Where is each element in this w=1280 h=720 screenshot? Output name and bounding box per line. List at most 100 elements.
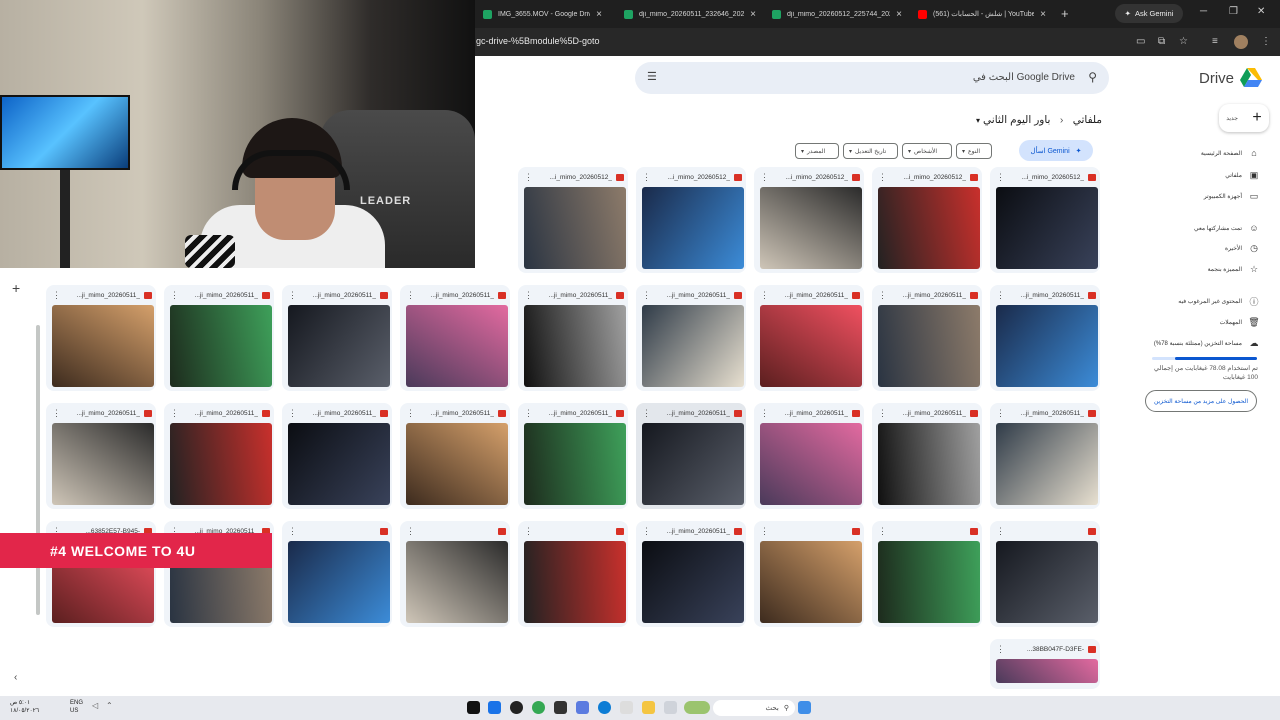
- more-actions-icon[interactable]: ⋮: [642, 408, 651, 419]
- video-thumbnail[interactable]: [642, 305, 744, 387]
- more-actions-icon[interactable]: ⋮: [524, 408, 533, 419]
- more-actions-icon[interactable]: ⋮: [996, 644, 1005, 655]
- more-actions-icon[interactable]: ⋮: [878, 526, 887, 537]
- more-actions-icon[interactable]: ⋮: [996, 408, 1005, 419]
- sidebar-item[interactable]: المميزة بنجمة ☆: [1140, 262, 1260, 276]
- minimize-icon[interactable]: ─: [1200, 6, 1207, 17]
- video-thumbnail[interactable]: [170, 305, 272, 387]
- new-button[interactable]: جديد +: [1219, 104, 1269, 132]
- profile-avatar[interactable]: [1234, 35, 1248, 49]
- more-actions-icon[interactable]: ⋮: [52, 408, 61, 419]
- file-card[interactable]: ⋮ ...i_mimo_20260512_: [872, 167, 982, 273]
- file-card[interactable]: ⋮ ...ji_mimo_20260511_: [754, 285, 864, 391]
- file-card[interactable]: ⋮ ...ji_mimo_20260511_: [46, 285, 156, 391]
- file-card[interactable]: ⋮ ...ji_mimo_20260511_: [990, 403, 1100, 509]
- video-thumbnail[interactable]: [996, 423, 1098, 505]
- install-app-icon[interactable]: ⧉: [1158, 36, 1165, 47]
- video-thumbnail[interactable]: [406, 423, 508, 505]
- video-thumbnail[interactable]: [878, 541, 980, 623]
- filter-chip-people[interactable]: ▾ الأشخاص: [902, 143, 952, 159]
- file-card[interactable]: ⋮ ...38BB047F-D3FE-: [990, 639, 1100, 689]
- file-card[interactable]: ⋮: [518, 521, 628, 627]
- sidebar-item[interactable]: ملفاتي ▣: [1140, 168, 1260, 182]
- reading-list-icon[interactable]: ≡: [1212, 36, 1218, 47]
- video-thumbnail[interactable]: [878, 423, 980, 505]
- more-actions-icon[interactable]: ⋮: [288, 408, 297, 419]
- video-thumbnail[interactable]: [288, 423, 390, 505]
- sidebar-item[interactable]: الأخيرة ◷: [1140, 241, 1260, 255]
- file-card[interactable]: ⋮ ...ji_mimo_20260511_: [518, 285, 628, 391]
- bookmark-star-icon[interactable]: ☆: [1179, 36, 1188, 47]
- file-card[interactable]: ⋮ ...i_mimo_20260512_: [518, 167, 628, 273]
- more-actions-icon[interactable]: ⋮: [288, 290, 297, 301]
- new-tab-icon[interactable]: +: [1061, 6, 1069, 21]
- file-card[interactable]: ⋮ ...i_mimo_20260512_: [754, 167, 864, 273]
- taskbar-search[interactable]: بحث ⚲: [713, 700, 795, 716]
- add-icon[interactable]: +: [12, 280, 20, 296]
- video-thumbnail[interactable]: [288, 541, 390, 623]
- file-card[interactable]: ⋮ ...ji_mimo_20260511_: [282, 285, 392, 391]
- video-thumbnail[interactable]: [52, 423, 154, 505]
- more-actions-icon[interactable]: ⋮: [760, 408, 769, 419]
- more-actions-icon[interactable]: ⋮: [760, 172, 769, 183]
- more-actions-icon[interactable]: ⋮: [996, 526, 1005, 537]
- video-thumbnail[interactable]: [406, 305, 508, 387]
- widgets-icon[interactable]: [684, 701, 710, 714]
- file-card[interactable]: ⋮ ...i_mimo_20260512_: [990, 167, 1100, 273]
- video-thumbnail[interactable]: [996, 659, 1098, 683]
- video-thumbnail[interactable]: [760, 423, 862, 505]
- start-windows-icon[interactable]: [798, 701, 811, 714]
- taskbar-clock[interactable]: ٥:٠١ ص ١٨/٠٥/٢٠٢٦: [10, 700, 39, 716]
- video-thumbnail[interactable]: [996, 305, 1098, 387]
- video-thumbnail[interactable]: [642, 541, 744, 623]
- address-bar[interactable]: gc-drive-%5Bmodule%5D-goto: [476, 36, 600, 46]
- close-tab-icon[interactable]: ×: [750, 9, 756, 20]
- store-icon[interactable]: [620, 701, 633, 714]
- file-card[interactable]: ⋮: [282, 521, 392, 627]
- file-card[interactable]: ⋮ ...ji_mimo_20260511_: [46, 403, 156, 509]
- more-actions-icon[interactable]: ⋮: [878, 290, 887, 301]
- more-actions-icon[interactable]: ⋮: [878, 172, 887, 183]
- file-card[interactable]: ⋮ ...ji_mimo_20260511_: [636, 521, 746, 627]
- filter-chip-source[interactable]: ▾ المصدر: [795, 143, 839, 159]
- file-card[interactable]: ⋮ ...ji_mimo_20260511_: [636, 403, 746, 509]
- app-icon[interactable]: [488, 701, 501, 714]
- video-thumbnail[interactable]: [760, 187, 862, 269]
- video-thumbnail[interactable]: [170, 423, 272, 505]
- github-icon[interactable]: [510, 701, 523, 714]
- file-card[interactable]: ⋮ ...ji_mimo_20260511_: [400, 403, 510, 509]
- input-language[interactable]: ENG US: [70, 700, 83, 716]
- more-actions-icon[interactable]: ⋮: [52, 290, 61, 301]
- volume-icon[interactable]: ◁: [92, 701, 105, 714]
- ask-gemini-chip[interactable]: اسأل Gemini ✦: [1019, 140, 1093, 161]
- search-input[interactable]: البحث في Google Drive: [973, 72, 1075, 83]
- get-more-storage-button[interactable]: الحصول على مزيد من مساحة التخزين: [1145, 390, 1257, 412]
- video-thumbnail[interactable]: [760, 541, 862, 623]
- sidebar-item[interactable]: المحتوى غير المرغوب فيه ⓘ: [1140, 294, 1260, 308]
- more-actions-icon[interactable]: ⋮: [406, 526, 415, 537]
- more-actions-icon[interactable]: ⋮: [524, 526, 533, 537]
- more-actions-icon[interactable]: ⋮: [642, 172, 651, 183]
- breadcrumb-current[interactable]: ▾ باور اليوم الثاني: [976, 114, 1050, 126]
- tray-chevron-icon[interactable]: ⌃: [106, 701, 119, 714]
- file-card[interactable]: ⋮: [400, 521, 510, 627]
- more-actions-icon[interactable]: ⋮: [642, 290, 651, 301]
- file-card[interactable]: ⋮ ...ji_mimo_20260511_: [872, 285, 982, 391]
- more-actions-icon[interactable]: ⋮: [996, 172, 1005, 183]
- file-card[interactable]: ⋮: [754, 521, 864, 627]
- filter-chip-modified[interactable]: ▾ تاريخ التعديل: [843, 143, 898, 159]
- video-thumbnail[interactable]: [406, 541, 508, 623]
- video-thumbnail[interactable]: [524, 305, 626, 387]
- sidebar-item[interactable]: المهملات 🗑: [1140, 315, 1260, 329]
- close-tab-icon[interactable]: ×: [896, 9, 902, 20]
- video-thumbnail[interactable]: [996, 187, 1098, 269]
- file-explorer-icon[interactable]: [642, 701, 655, 714]
- video-thumbnail[interactable]: [878, 305, 980, 387]
- more-actions-icon[interactable]: ⋮: [406, 290, 415, 301]
- more-actions-icon[interactable]: ⋮: [288, 526, 297, 537]
- video-thumbnail[interactable]: [996, 541, 1098, 623]
- file-card[interactable]: ⋮ ...ji_mimo_20260511_: [164, 403, 274, 509]
- close-tab-icon[interactable]: ×: [1040, 9, 1046, 20]
- file-card[interactable]: ⋮ ...ji_mimo_20260511_: [400, 285, 510, 391]
- menu-dots-icon[interactable]: ⋮: [1261, 36, 1271, 47]
